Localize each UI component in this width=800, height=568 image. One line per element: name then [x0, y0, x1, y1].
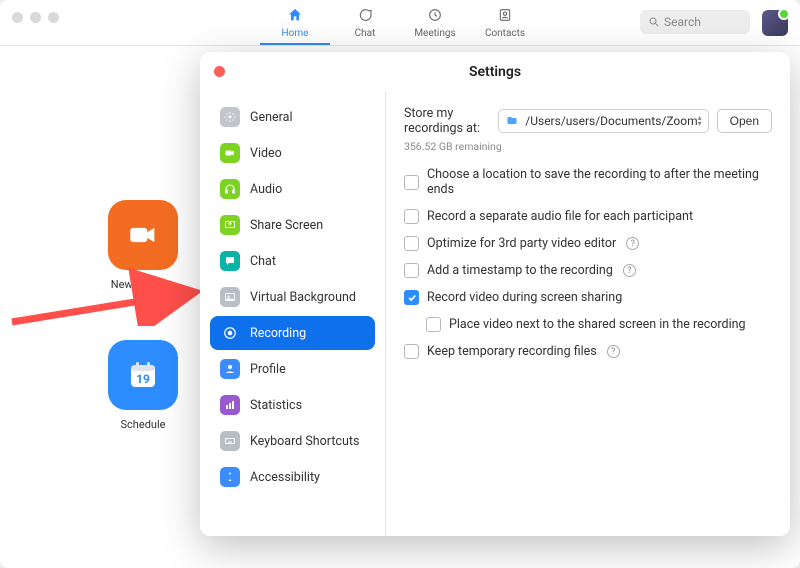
checkbox-checked[interactable]: [404, 290, 419, 305]
nav-label: Home: [282, 28, 309, 39]
top-nav: Home Chat Meetings Contacts: [0, 0, 800, 46]
keyboard-icon: [220, 431, 240, 451]
recording-path-select[interactable]: /Users/users/Documents/Zoom ▴▾: [498, 109, 708, 133]
gear-icon: [220, 107, 240, 127]
recording-path: /Users/users/Documents/Zoom: [525, 114, 697, 128]
opt-choose-location[interactable]: Choose a location to save the recording …: [404, 167, 772, 197]
sidebar-item-virtual-background[interactable]: Virtual Background: [210, 280, 375, 314]
calendar-day: 19: [136, 372, 150, 386]
nav-contacts[interactable]: Contacts: [470, 1, 540, 44]
opt-label: Add a timestamp to the recording: [427, 263, 613, 278]
sidebar-item-audio[interactable]: Audio: [210, 172, 375, 206]
sidebar-item-keyboard[interactable]: Keyboard Shortcuts: [210, 424, 375, 458]
accessibility-icon: [220, 467, 240, 487]
nav-chat[interactable]: Chat: [330, 1, 400, 44]
chat-icon: [220, 251, 240, 271]
opt-optimize[interactable]: Optimize for 3rd party video editor ?: [404, 236, 772, 251]
opt-keep-temp[interactable]: Keep temporary recording files ?: [404, 344, 772, 359]
sidebar-item-label: Video: [250, 146, 282, 161]
tile-label: New Meeting: [111, 278, 175, 291]
sidebar-item-chat[interactable]: Chat: [210, 244, 375, 278]
chart-icon: [220, 395, 240, 415]
sidebar-item-label: Profile: [250, 362, 286, 377]
sidebar-item-general[interactable]: General: [210, 100, 375, 134]
camera-icon: [108, 200, 178, 270]
share-screen-icon: [220, 215, 240, 235]
opt-label: Record a separate audio file for each pa…: [427, 209, 693, 224]
checkbox[interactable]: [404, 236, 419, 251]
store-label: Store my recordings at:: [404, 106, 490, 136]
settings-sidebar: General Video Audio Share Screen Chat: [200, 92, 386, 536]
image-icon: [220, 287, 240, 307]
checkbox[interactable]: [426, 317, 441, 332]
updown-icon: ▴▾: [698, 115, 702, 127]
search-icon: [648, 16, 660, 28]
person-icon: [220, 359, 240, 379]
nav-label: Meetings: [414, 28, 455, 39]
settings-content: Store my recordings at: /Users/users/Doc…: [386, 92, 790, 536]
close-icon[interactable]: [214, 66, 225, 77]
video-icon: [220, 143, 240, 163]
modal-header: Settings: [200, 52, 790, 92]
home-icon: [287, 7, 303, 26]
sidebar-item-label: Virtual Background: [250, 290, 356, 305]
sidebar-item-profile[interactable]: Profile: [210, 352, 375, 386]
search-placeholder: Search: [664, 15, 701, 29]
chat-icon: [357, 7, 373, 26]
record-icon: [220, 323, 240, 343]
open-button[interactable]: Open: [717, 109, 772, 133]
help-icon[interactable]: ?: [626, 237, 639, 250]
calendar-icon: 19: [108, 340, 178, 410]
modal-title: Settings: [469, 64, 521, 80]
sidebar-item-video[interactable]: Video: [210, 136, 375, 170]
sidebar-item-label: Chat: [250, 254, 276, 269]
sidebar-item-label: Accessibility: [250, 470, 320, 485]
opt-record-screen-share[interactable]: Record video during screen sharing: [404, 290, 772, 305]
remaining-space: 356.52 GB remaining: [404, 140, 772, 153]
avatar[interactable]: [762, 10, 788, 36]
settings-modal: Settings General Video Audio Share S: [200, 52, 790, 536]
nav-home[interactable]: Home: [260, 1, 330, 45]
opt-label: Keep temporary recording files: [427, 344, 597, 359]
nav-tabs: Home Chat Meetings Contacts: [260, 1, 540, 44]
opt-timestamp[interactable]: Add a timestamp to the recording ?: [404, 263, 772, 278]
nav-label: Chat: [355, 28, 376, 39]
headphones-icon: [220, 179, 240, 199]
folder-icon: [505, 115, 519, 127]
checkbox[interactable]: [404, 344, 419, 359]
tile-schedule[interactable]: 19 Schedule: [108, 340, 178, 431]
search-input[interactable]: Search: [640, 10, 750, 34]
sidebar-item-statistics[interactable]: Statistics: [210, 388, 375, 422]
sidebar-item-accessibility[interactable]: Accessibility: [210, 460, 375, 494]
sidebar-item-label: Keyboard Shortcuts: [250, 434, 359, 449]
opt-label: Place video next to the shared screen in…: [449, 317, 746, 332]
sidebar-item-label: General: [250, 110, 293, 125]
opt-label: Choose a location to save the recording …: [427, 167, 772, 197]
sidebar-item-share-screen[interactable]: Share Screen: [210, 208, 375, 242]
opt-separate-audio[interactable]: Record a separate audio file for each pa…: [404, 209, 772, 224]
store-row: Store my recordings at: /Users/users/Doc…: [404, 106, 772, 136]
sidebar-item-label: Share Screen: [250, 218, 323, 233]
nav-meetings[interactable]: Meetings: [400, 1, 470, 44]
clock-icon: [427, 7, 443, 26]
opt-label: Optimize for 3rd party video editor: [427, 236, 616, 251]
main-window: Home Chat Meetings Contacts: [0, 0, 800, 568]
modal-body: General Video Audio Share Screen Chat: [200, 92, 790, 536]
opt-label: Record video during screen sharing: [427, 290, 622, 305]
checkbox[interactable]: [404, 263, 419, 278]
checkbox[interactable]: [404, 175, 419, 190]
recording-options: Choose a location to save the recording …: [404, 167, 772, 359]
help-icon[interactable]: ?: [607, 345, 620, 358]
help-icon[interactable]: ?: [623, 264, 636, 277]
nav-label: Contacts: [485, 28, 525, 39]
sidebar-item-label: Audio: [250, 182, 282, 197]
sidebar-item-label: Recording: [250, 326, 306, 341]
opt-place-video[interactable]: Place video next to the shared screen in…: [426, 317, 772, 332]
tile-label: Schedule: [121, 418, 166, 431]
sidebar-item-recording[interactable]: Recording: [210, 316, 375, 350]
sidebar-item-label: Statistics: [250, 398, 302, 413]
tile-new-meeting[interactable]: New Meeting: [108, 200, 178, 291]
checkbox[interactable]: [404, 209, 419, 224]
contacts-icon: [497, 7, 513, 26]
